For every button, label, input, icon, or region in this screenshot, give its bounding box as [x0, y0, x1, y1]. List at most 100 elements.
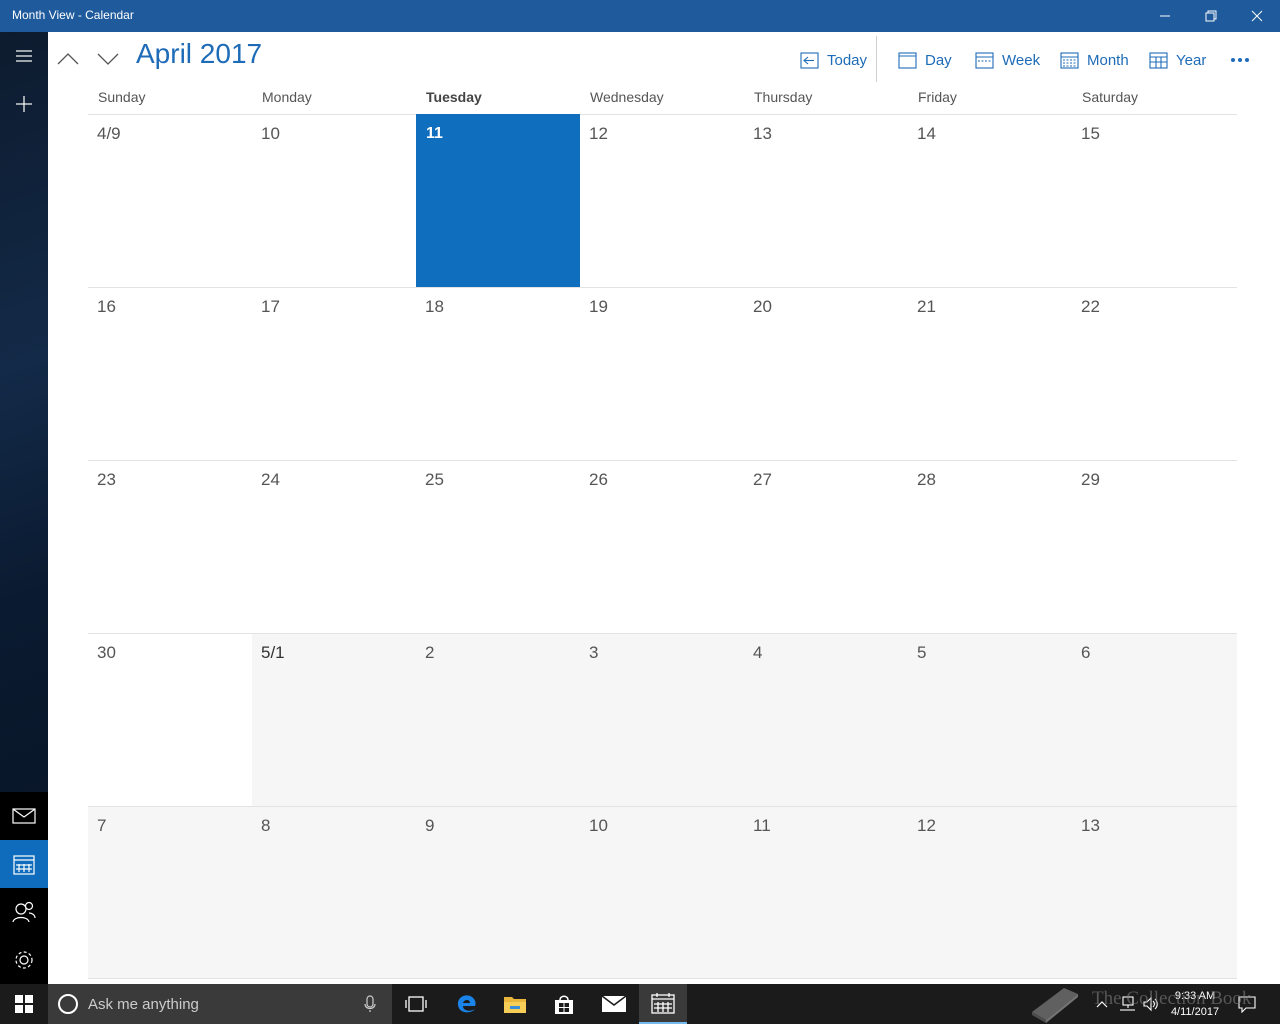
year-view-icon — [1149, 51, 1168, 69]
day-cell[interactable]: 20 — [744, 287, 908, 460]
day-number: 4/9 — [97, 124, 121, 143]
day-number: 9 — [425, 816, 435, 835]
week-view-label: Week — [1002, 51, 1041, 69]
day-cell[interactable]: 3 — [580, 633, 744, 806]
day-cell[interactable]: 4/9 — [88, 114, 252, 287]
day-number: 8 — [261, 816, 271, 835]
year-view-button[interactable]: Year — [1149, 46, 1206, 74]
close-icon — [1251, 10, 1263, 22]
day-cell[interactable]: 5 — [908, 633, 1072, 806]
today-button[interactable]: Today — [800, 46, 867, 74]
day-cell[interactable]: 23 — [88, 460, 252, 633]
day-number: 15 — [1081, 124, 1100, 143]
calendar-taskbar-icon — [651, 993, 675, 1014]
next-month-button[interactable] — [93, 44, 123, 74]
day-cell[interactable]: 13 — [744, 114, 908, 287]
cortana-search-box[interactable]: Ask me anything — [48, 984, 392, 1024]
day-cell[interactable]: 17 — [252, 287, 416, 460]
clock-date: 4/11/2017 — [1170, 1006, 1220, 1018]
day-number: 16 — [97, 297, 116, 316]
day-number: 29 — [1081, 470, 1100, 489]
file-explorer-button[interactable] — [491, 984, 539, 1024]
today-icon — [800, 51, 819, 69]
day-cell[interactable]: 18 — [416, 287, 580, 460]
day-number: 19 — [589, 297, 608, 316]
month-view-button[interactable]: Month — [1060, 46, 1129, 74]
mail-taskbar-button[interactable] — [590, 984, 638, 1024]
hamburger-menu-button[interactable] — [0, 32, 48, 80]
day-cell[interactable]: 26 — [580, 460, 744, 633]
close-button[interactable] — [1234, 0, 1280, 32]
day-number: 4 — [753, 643, 763, 662]
people-app-button[interactable] — [0, 888, 48, 936]
day-cell[interactable]: 5/1 — [252, 633, 416, 806]
hamburger-icon — [16, 50, 32, 62]
restore-button[interactable] — [1188, 0, 1234, 32]
day-cell[interactable]: 12 — [580, 114, 744, 287]
more-options-button[interactable] — [1226, 50, 1254, 70]
day-number: 3 — [589, 643, 599, 662]
day-cell[interactable]: 7 — [88, 806, 252, 979]
toolbar-separator — [876, 36, 877, 82]
day-cell[interactable]: 10 — [252, 114, 416, 287]
task-view-button[interactable] — [392, 984, 440, 1024]
store-icon — [555, 995, 573, 1014]
day-cell[interactable]: 16 — [88, 287, 252, 460]
gear-icon — [15, 951, 33, 969]
day-cell[interactable]: 9 — [416, 806, 580, 979]
day-number: 7 — [97, 816, 107, 835]
windows-logo-icon — [15, 995, 33, 1013]
day-cell[interactable]: 29 — [1072, 460, 1237, 633]
day-cell[interactable]: 2 — [416, 633, 580, 806]
day-cell[interactable]: 8 — [252, 806, 416, 979]
notification-icon — [1238, 996, 1256, 1013]
day-cell[interactable]: 22 — [1072, 287, 1237, 460]
day-cell[interactable]: 13 — [1072, 806, 1237, 979]
week-view-icon — [975, 51, 994, 69]
day-cell[interactable]: 25 — [416, 460, 580, 633]
month-title[interactable]: April 2017 — [136, 38, 262, 70]
month-view-icon — [1060, 51, 1079, 69]
day-number: 2 — [425, 643, 435, 662]
network-button[interactable] — [1116, 984, 1138, 1024]
month-view-label: Month — [1087, 51, 1129, 69]
day-cell[interactable]: 28 — [908, 460, 1072, 633]
microphone-icon[interactable] — [364, 995, 376, 1013]
day-cell[interactable]: 14 — [908, 114, 1072, 287]
day-number: 13 — [753, 124, 772, 143]
weekday-header: Thursday — [754, 89, 813, 105]
day-view-button[interactable]: Day — [898, 46, 952, 74]
previous-month-button[interactable] — [53, 44, 83, 74]
day-cell[interactable]: 24 — [252, 460, 416, 633]
taskbar-clock[interactable]: 9:33 AM 4/11/2017 — [1150, 988, 1240, 1020]
minimize-button[interactable] — [1142, 0, 1188, 32]
day-number: 10 — [589, 816, 608, 835]
day-cell[interactable]: 19 — [580, 287, 744, 460]
day-number: 30 — [97, 643, 116, 662]
ellipsis-icon-dot — [1245, 58, 1249, 62]
day-number: 11 — [426, 125, 443, 142]
day-number: 5 — [917, 643, 927, 662]
day-cell[interactable]: 11 — [744, 806, 908, 979]
calendar-taskbar-button[interactable] — [639, 984, 687, 1024]
settings-button[interactable] — [0, 936, 48, 984]
day-cell[interactable]: 15 — [1072, 114, 1237, 287]
new-event-button[interactable] — [0, 80, 48, 128]
day-cell[interactable]: 10 — [580, 806, 744, 979]
day-cell-today[interactable]: 11 — [416, 114, 580, 287]
edge-browser-button[interactable] — [443, 984, 491, 1024]
start-button[interactable] — [0, 984, 48, 1024]
day-cell[interactable]: 12 — [908, 806, 1072, 979]
day-cell[interactable]: 27 — [744, 460, 908, 633]
show-hidden-icons-button[interactable] — [1092, 984, 1112, 1024]
day-cell[interactable]: 6 — [1072, 633, 1237, 806]
day-cell[interactable]: 4 — [744, 633, 908, 806]
day-cell[interactable]: 30 — [88, 633, 252, 806]
day-cell[interactable]: 21 — [908, 287, 1072, 460]
store-button[interactable] — [540, 984, 588, 1024]
action-center-button[interactable] — [1236, 984, 1258, 1024]
edge-icon — [457, 995, 476, 1013]
mail-app-button[interactable] — [0, 792, 48, 840]
week-view-button[interactable]: Week — [975, 46, 1040, 74]
calendar-app-button[interactable] — [0, 840, 48, 888]
